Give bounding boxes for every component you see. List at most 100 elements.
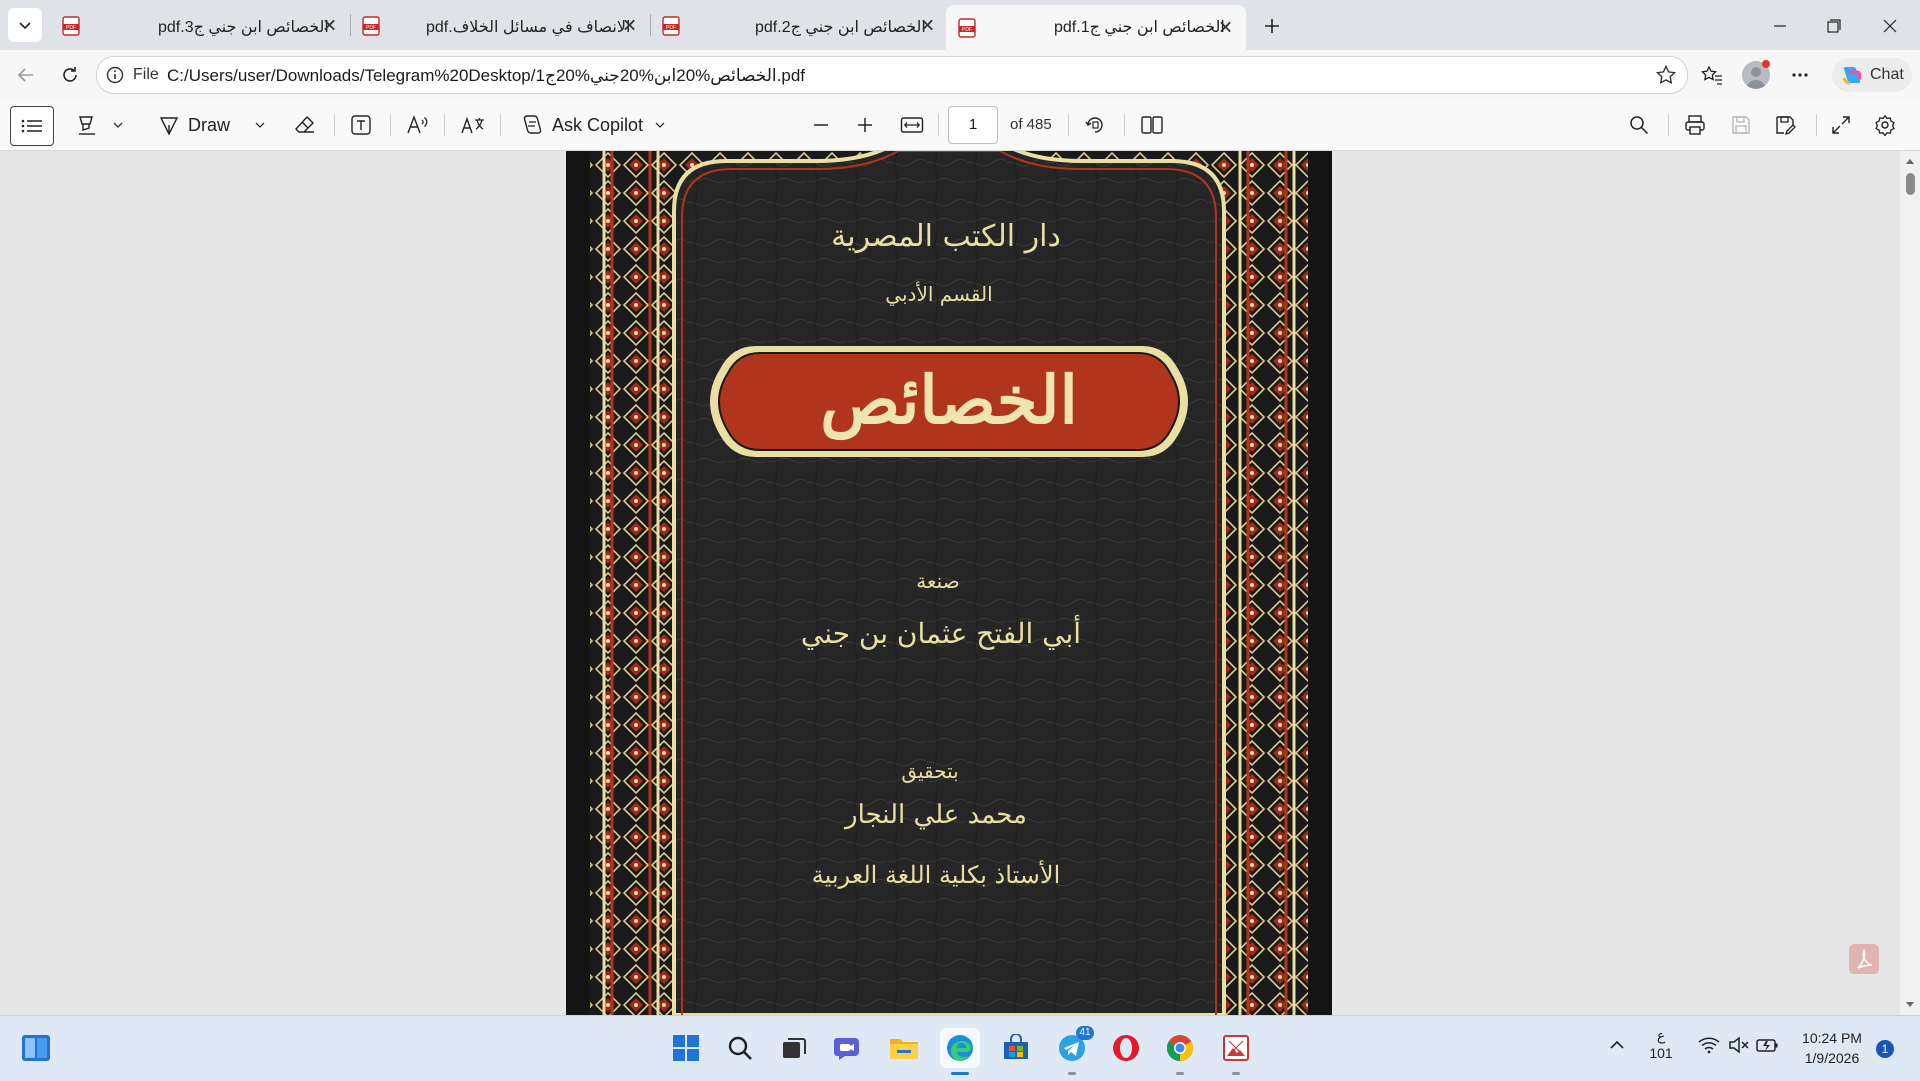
notification-count-badge[interactable]: 1 [1876,1040,1894,1058]
toolbar-divider [334,114,335,136]
rotate-button[interactable] [1084,111,1106,139]
url-text[interactable]: C:/Users/user/Downloads/Telegram%20Deskt… [167,66,805,86]
save-as-button[interactable] [1774,111,1796,139]
cover-edited-by: بتحقيق [901,759,958,783]
toolbar-divider [444,114,445,136]
task-view-button[interactable] [774,1028,814,1068]
zoom-in-button[interactable] [856,111,874,139]
tab-khasais-3[interactable]: PDF الخصائص ابن جني ج3.pdf ✕ [50,6,350,46]
taskbar-image-app[interactable] [1216,1028,1256,1068]
volume-status[interactable] [1728,1036,1750,1054]
tab-insaf[interactable]: PDF الانصاف في مسائل الخلاف.pdf ✕ [350,6,648,46]
pdf-viewer[interactable]: دار الكتب المصرية القسم الأدبي الخصائص ص… [0,151,1920,1015]
info-icon[interactable] [105,65,125,85]
acrobat-icon [1857,949,1873,969]
adobe-acrobat-button[interactable] [1849,944,1879,974]
highlight-button[interactable] [76,111,98,139]
address-bar-row: File C:/Users/user/Downloads/Telegram%20… [0,50,1920,100]
rotate-icon [1085,117,1103,133]
battery-status[interactable] [1756,1036,1780,1054]
toolbar-divider [1816,114,1817,136]
read-aloud-button[interactable] [406,111,430,139]
taskbar-chrome[interactable] [1160,1028,1200,1068]
settings-more-button[interactable] [1786,61,1814,89]
start-button[interactable] [666,1028,706,1068]
taskbar-opera[interactable] [1106,1028,1146,1068]
zoom-out-button[interactable] [812,111,830,139]
taskbar-edge[interactable] [940,1028,980,1068]
chevron-down-icon [655,122,665,128]
add-text-button[interactable] [350,111,372,139]
fit-width-button[interactable] [900,111,924,139]
close-icon[interactable]: ✕ [622,16,637,37]
taskbar-store[interactable] [996,1028,1036,1068]
clock-date: 1/9/2026 [1804,1050,1860,1066]
close-icon[interactable]: ✕ [1218,17,1233,38]
close-window-button[interactable] [1876,12,1904,40]
arrow-left-icon [17,68,33,82]
expand-icon [1832,116,1850,134]
scroll-up-arrow-icon[interactable] [1905,157,1915,167]
close-icon[interactable]: ✕ [920,16,935,37]
back-button[interactable] [12,61,40,89]
url-scheme-label: File [133,66,159,83]
draw-button[interactable]: Draw [158,111,230,139]
cover-editor: محمد علي النجار [843,800,1027,830]
language-glyph: ع [1656,1027,1666,1043]
pdf-file-icon: PDF [62,16,80,36]
address-input[interactable]: File C:/Users/user/Downloads/Telegram%20… [96,56,1688,94]
page-number-input[interactable]: 1 [948,106,998,144]
taskbar-telegram[interactable]: 41 [1052,1026,1094,1068]
cover-crafted-by: صنعة [916,569,959,593]
taskbar-meet-app[interactable] [828,1028,868,1068]
draw-label: Draw [188,114,231,135]
telegram-running-indicator [1068,1072,1076,1075]
highlight-options-button[interactable] [112,111,124,139]
chevron-down-icon [19,22,31,30]
clock[interactable]: 10:24 PM 1/9/2026 [1792,1028,1872,1068]
ask-copilot-label: Ask Copilot [552,114,644,135]
erase-button[interactable] [294,111,316,139]
save-button[interactable] [1730,111,1752,139]
search-button[interactable] [720,1028,760,1068]
favorites-button[interactable] [1698,61,1726,89]
restore-button[interactable] [1820,12,1848,40]
minimize-button[interactable] [1766,12,1794,40]
full-screen-button[interactable] [1830,111,1852,139]
tab-actions-button[interactable] [8,8,42,42]
tab-khasais-1[interactable]: PDF الخصائص ابن جني ج1.pdf ✕ [946,5,1246,50]
restore-icon [1827,19,1841,33]
ask-copilot-options-button[interactable] [654,111,666,139]
star-icon[interactable] [1655,64,1677,86]
eraser-icon [295,115,314,133]
find-button[interactable] [1628,111,1650,139]
search-icon [728,1036,752,1060]
chevron-down-icon [113,122,123,128]
chrome-running-indicator [1176,1072,1184,1075]
copilot-chat-button[interactable]: Chat [1832,58,1912,92]
widgets-button[interactable] [16,1028,56,1068]
pdf-settings-button[interactable] [1874,111,1896,139]
scroll-down-arrow-icon[interactable] [1905,999,1915,1009]
tab-khasais-2[interactable]: PDF الخصائص ابن جني ج2.pdf ✕ [650,6,946,46]
text-box-icon [351,115,371,135]
ask-copilot-button[interactable]: Ask Copilot [520,111,643,139]
input-language-indicator[interactable]: ع 101 [1646,1026,1676,1062]
scrollbar-thumb[interactable] [1906,173,1915,195]
cover-publisher: دار الكتب المصرية [831,219,1061,254]
show-hidden-icons-button[interactable] [1608,1036,1626,1054]
wifi-status[interactable] [1698,1036,1720,1054]
table-of-contents-button[interactable] [10,106,54,146]
print-button[interactable] [1684,111,1706,139]
page-view-button[interactable] [1140,111,1164,139]
close-icon[interactable]: ✕ [322,16,337,37]
draw-pen-icon [159,117,179,136]
taskbar-file-explorer[interactable] [884,1028,924,1068]
new-tab-button[interactable] [1258,12,1286,40]
edge-browser-icon [947,1035,973,1061]
translate-button[interactable] [460,111,486,139]
task-view-icon [783,1038,806,1058]
draw-options-button[interactable] [254,111,266,139]
refresh-button[interactable] [56,61,84,89]
vertical-scrollbar[interactable] [1900,151,1920,1015]
